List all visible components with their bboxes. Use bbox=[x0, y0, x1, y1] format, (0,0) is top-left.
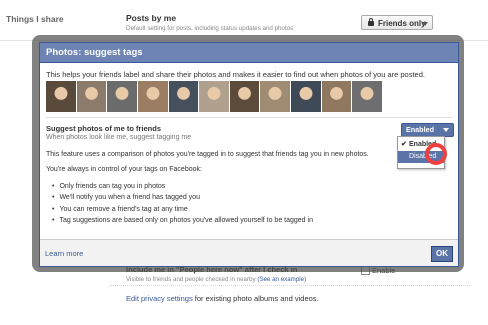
photo-thumbnail bbox=[352, 81, 383, 112]
ok-button[interactable]: OK bbox=[431, 246, 453, 262]
photo-strip bbox=[46, 81, 383, 112]
photo-thumbnail bbox=[291, 81, 321, 112]
section-label: Things I share bbox=[6, 14, 64, 24]
posts-privacy-value: Friends only bbox=[378, 19, 426, 28]
divider bbox=[110, 285, 470, 286]
list-item: You can remove a friend's tag at any tim… bbox=[52, 204, 313, 215]
photo-thumbnail bbox=[168, 81, 199, 112]
highlight-circle bbox=[425, 143, 447, 165]
see-example-link[interactable]: (See an example) bbox=[257, 276, 306, 283]
lock-icon bbox=[368, 18, 374, 26]
suggest-setting-select[interactable]: Enabled bbox=[401, 123, 454, 137]
photo-thumbnail bbox=[321, 81, 352, 112]
suggest-setting-value: Enabled bbox=[406, 125, 434, 134]
photo-thumbnail bbox=[137, 81, 168, 112]
control-statement: You're always in control of your tags on… bbox=[46, 166, 202, 173]
check-icon: ✔ bbox=[401, 141, 407, 148]
photo-thumbnail bbox=[260, 81, 291, 112]
privacy-line: Edit privacy settings for existing photo… bbox=[126, 294, 319, 303]
control-list: Only friends can tag you in photos We'll… bbox=[52, 181, 313, 227]
dialog-footer: Learn more OK bbox=[40, 239, 458, 266]
feature-explanation: This feature uses a comparison of photos… bbox=[46, 151, 369, 158]
include-nearby-description: Visible to friends and people checked in… bbox=[126, 276, 307, 283]
suggest-setting-title: Suggest photos of me to friends bbox=[46, 124, 162, 133]
posts-setting-title: Posts by me bbox=[126, 13, 177, 23]
dialog-title: Photos: suggest tags bbox=[39, 42, 459, 63]
suggest-setting-subtitle: When photos look like me, suggest taggin… bbox=[46, 134, 192, 141]
list-item: Only friends can tag you in photos bbox=[52, 181, 313, 192]
photo-thumbnail bbox=[76, 81, 107, 112]
list-item: We'll notify you when a friend has tagge… bbox=[52, 192, 313, 203]
edit-privacy-link[interactable]: Edit privacy settings bbox=[126, 294, 193, 303]
chevron-down-icon bbox=[422, 22, 428, 26]
suggest-tags-dialog: Photos: suggest tags This helps your fri… bbox=[39, 42, 459, 267]
divider bbox=[46, 117, 452, 118]
photo-thumbnail bbox=[229, 81, 260, 112]
photo-thumbnail bbox=[46, 81, 76, 112]
learn-more-link[interactable]: Learn more bbox=[45, 249, 83, 258]
posts-by-me-row: Things I share Posts by me Default setti… bbox=[0, 0, 488, 34]
photo-thumbnail bbox=[199, 81, 229, 112]
posts-setting-description: Default setting for posts, including sta… bbox=[126, 25, 294, 32]
list-item: Tag suggestions are based only on photos… bbox=[52, 215, 313, 226]
posts-privacy-dropdown[interactable]: Friends only bbox=[361, 15, 433, 30]
chevron-down-icon bbox=[443, 128, 449, 132]
photo-thumbnail bbox=[107, 81, 137, 112]
dialog-intro: This helps your friends label and share … bbox=[46, 70, 425, 79]
